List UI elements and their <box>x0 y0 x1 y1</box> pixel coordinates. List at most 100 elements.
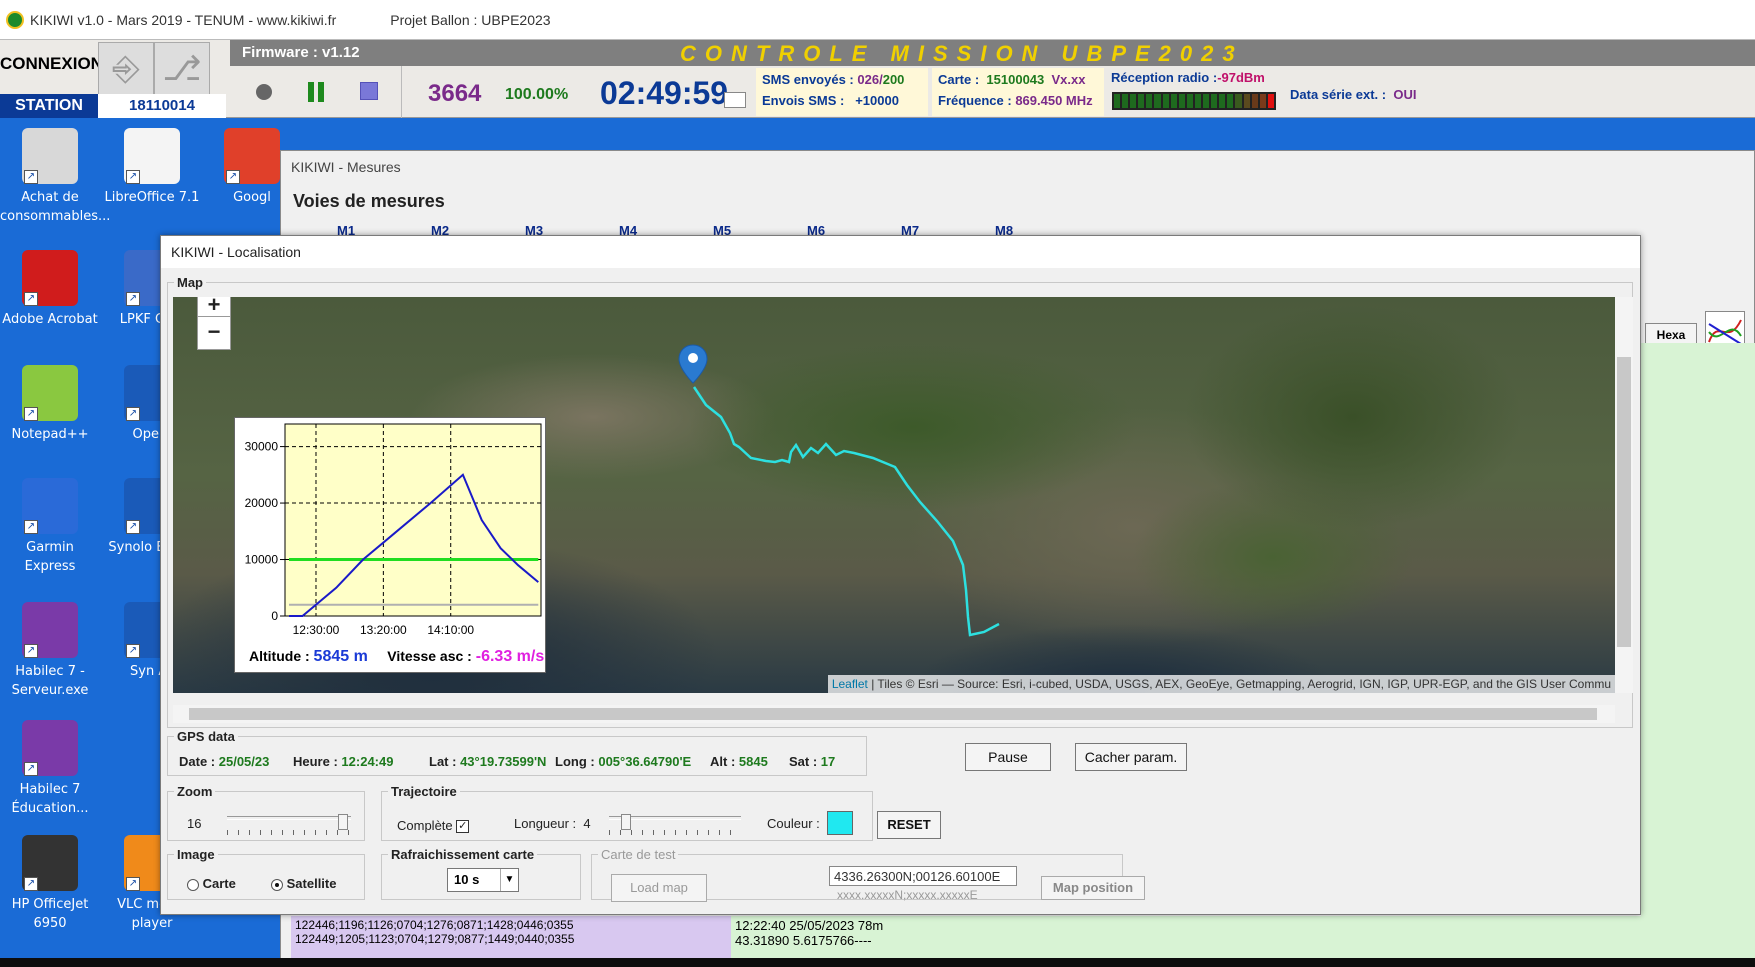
gps-date: Date : 25/05/23 <box>179 754 269 769</box>
pause-icon[interactable] <box>308 82 324 102</box>
mesures-title: KIKIWI - Mesures <box>291 159 401 175</box>
connexion-label: CONNEXION <box>0 54 103 73</box>
plot-area <box>284 423 542 617</box>
card-panel: Carte : 15100043 Vx.xx Fréquence : 869.4… <box>932 68 1104 116</box>
image-satellite-option[interactable]: Satellite <box>271 876 336 891</box>
reception-percent: 100.00% <box>505 86 568 104</box>
frame-counter: 3664 <box>428 80 482 107</box>
pause-button[interactable]: Pause <box>965 743 1051 771</box>
gps-time: Heure : 12:24:49 <box>293 754 393 769</box>
map-horizontal-scrollbar[interactable] <box>173 705 1615 723</box>
mesures-log-panel <box>1641 343 1755 967</box>
station-label: STATION <box>0 94 98 118</box>
radio-value: -97dBm <box>1217 70 1265 85</box>
localisation-titlebar: KIKIWI - Localisation <box>161 236 1640 268</box>
card-version: Vx.xx <box>1051 72 1086 87</box>
load-map-button[interactable]: Load map <box>611 874 707 902</box>
signal-meter <box>1112 92 1276 110</box>
shortcut-label: LibreOffice 7.1 <box>104 190 200 205</box>
test-coords-input[interactable]: 4336.26300N;00126.60100E <box>829 866 1017 886</box>
desktop-shortcut[interactable]: ↗ Habilec 7 Éducation... <box>0 720 100 818</box>
desktop-shortcut[interactable]: ↗ Achat de consommables... <box>0 128 110 226</box>
desktop-shortcut[interactable]: ↗ LibreOffice 7.1 <box>102 128 202 207</box>
desktop-shortcut[interactable]: ↗ HP OfficeJet 6950 <box>0 835 100 933</box>
plug-disconnect-icon[interactable]: ⎇ <box>154 42 210 96</box>
plug-connect-icon[interactable]: ⎆ <box>98 42 154 96</box>
sms-send-value: +10000 <box>855 93 899 108</box>
gps-data-label: GPS data <box>174 729 238 744</box>
x-tick-label: 13:20:00 <box>360 623 407 637</box>
reset-button[interactable]: RESET <box>877 811 941 839</box>
desktop-shortcut[interactable]: ↗ Habilec 7 - Serveur.exe <box>0 602 100 700</box>
log-line: 43.31890 5.6175766---- <box>735 933 872 948</box>
altitude-readout: Altitude : 5845 m Vitesse asc : -6.33 m/… <box>249 648 544 666</box>
satellite-label: Satellite <box>286 876 337 891</box>
y-tick-label: 0 <box>271 609 278 623</box>
station-id: 18110014 <box>98 94 226 118</box>
longueur-slider-thumb[interactable] <box>621 814 631 830</box>
desktop-shortcut[interactable]: ↗ Adobe Acrobat <box>0 250 100 329</box>
longueur-slider[interactable] <box>609 814 741 836</box>
localisation-window: KIKIWI - Localisation Map + − 12:30:00 13… <box>160 235 1641 915</box>
y-tick-label: 20000 <box>245 496 279 510</box>
sms-panel: SMS envoyés : 026/200 Envois SMS : +1000… <box>756 68 928 116</box>
trajectory-group-label: Trajectoire <box>388 784 460 799</box>
test-coords-hint: xxxx.xxxxxN;xxxxx.xxxxxE <box>837 888 978 902</box>
complete-checkbox[interactable]: ✓ <box>456 820 470 834</box>
map-group-label: Map <box>174 275 206 290</box>
map-zoom-out[interactable]: − <box>197 316 231 350</box>
map-vertical-scrollbar[interactable] <box>1615 297 1633 693</box>
trajectory-color-swatch[interactable] <box>827 811 853 835</box>
clock-toggle[interactable] <box>724 92 746 108</box>
altitude-chart-panel: 12:30:00 13:20:00 14:10:00 0 10000 20000 30000… <box>234 417 546 673</box>
zoom-slider-thumb[interactable] <box>338 814 348 830</box>
vitesse-label: Vitesse asc : <box>387 648 472 664</box>
lat-label: Lat : <box>429 754 457 769</box>
percent-unit: % <box>553 86 569 103</box>
complete-option[interactable]: Complète ✓ <box>397 818 470 834</box>
chevron-down-icon[interactable]: ▼ <box>500 869 518 891</box>
desktop-shortcut[interactable]: ↗ Garmin Express <box>0 478 100 576</box>
radio-label: Réception radio : <box>1111 70 1218 85</box>
refresh-select[interactable]: 10 s ▼ <box>447 868 519 892</box>
desktop-shortcut[interactable]: ↗ Notepad++ <box>0 365 100 444</box>
percent-value: 100.00 <box>505 86 554 103</box>
carte-radio[interactable] <box>187 878 199 891</box>
gps-sat: Sat : 17 <box>789 754 835 769</box>
heure-label: Heure : <box>293 754 338 769</box>
mission-clock: 02:49:59 <box>600 75 729 111</box>
card-id: 15100043 <box>986 72 1045 87</box>
altitude-chart: 12:30:00 13:20:00 14:10:00 0 10000 20000 30000 <box>245 423 542 637</box>
long-label: Long : <box>555 754 595 769</box>
zoom-value: 16 <box>187 816 202 831</box>
shortcut-arrow-icon: ↗ <box>24 877 38 891</box>
sms-sent-value: 026 <box>857 72 880 87</box>
hide-params-button[interactable]: Cacher param. <box>1075 743 1187 771</box>
shortcut-arrow-icon: ↗ <box>126 170 140 184</box>
gps-lat: Lat : 43°19.73599'N <box>429 754 546 769</box>
tiles-attribution: | Tiles © Esri — Source: Esri, i-cubed, … <box>867 677 1611 691</box>
satellite-map[interactable]: + − 12:30:00 13:20:00 14:10:00 0 10000 20000 3… <box>173 297 1615 693</box>
screen-bottom-edge <box>0 958 1755 967</box>
satellite-radio[interactable] <box>271 878 283 891</box>
date-label: Date : <box>179 754 216 769</box>
record-icon[interactable] <box>256 84 272 100</box>
shortcut-arrow-icon: ↗ <box>24 762 38 776</box>
log-line: 122449;1205;1123;0704;1279;0877;1449;044… <box>295 932 575 946</box>
map-position-button[interactable]: Map position <box>1041 876 1145 900</box>
test-map-group-label: Carte de test <box>598 847 679 862</box>
gps-long: Long : 005°36.64790'E <box>555 754 691 769</box>
stop-icon[interactable] <box>360 82 378 100</box>
sat-label: Sat : <box>789 754 818 769</box>
date-value: 25/05/23 <box>218 754 270 769</box>
shortcut-arrow-icon: ↗ <box>126 644 140 658</box>
alt-value: 5845 <box>738 754 768 769</box>
kikiwi-app-icon <box>6 10 24 29</box>
refresh-group-label: Rafraichissement carte <box>388 847 538 862</box>
image-carte-option[interactable]: Carte <box>187 876 236 891</box>
localisation-title: KIKIWI - Localisation <box>171 244 301 260</box>
leaflet-link[interactable]: Leaflet <box>832 677 868 691</box>
zoom-slider[interactable] <box>227 814 351 836</box>
vitesse-value: -6.33 m/s <box>475 648 545 665</box>
shortcut-arrow-icon: ↗ <box>24 292 38 306</box>
